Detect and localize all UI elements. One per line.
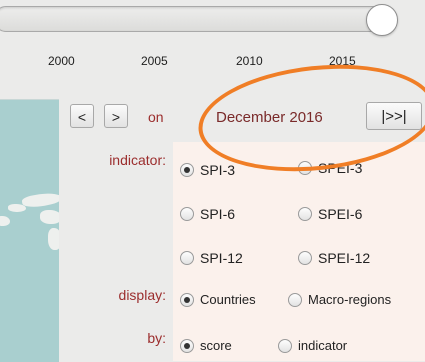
indicator-option-spei-3[interactable]: SPEI-3 (298, 160, 362, 176)
map-view[interactable] (0, 99, 59, 362)
map-landmass (21, 191, 59, 209)
timeline-slider-thumb[interactable] (366, 4, 398, 36)
display-option-label: Macro-regions (308, 292, 392, 307)
indicator-option-label: SPEI-3 (318, 160, 363, 176)
timeline-slider-track[interactable] (0, 6, 390, 32)
indicator-option-spei-12[interactable]: SPEI-12 (298, 250, 370, 266)
indicator-option-spi-3[interactable]: SPI-3 (180, 162, 235, 178)
indicator-option-spi-12[interactable]: SPI-12 (180, 250, 243, 266)
timeline-tick-2005: 2005 (141, 54, 168, 68)
indicator-option-label: SPEI-6 (318, 206, 363, 222)
indicator-option-label: SPI-3 (200, 162, 236, 178)
by-label: by: (147, 330, 166, 346)
by-option-label: indicator (298, 338, 348, 353)
radio-button[interactable] (180, 251, 194, 265)
radio-button[interactable] (288, 292, 302, 307)
radio-button-checked[interactable] (180, 338, 194, 353)
radio-button-checked[interactable] (180, 292, 194, 307)
current-date: December 2016 (216, 109, 323, 126)
timeline-tick-2000: 2000 (48, 54, 75, 68)
indicator-option-label: SPEI-12 (318, 250, 371, 266)
display-option-label: Countries (200, 292, 256, 307)
indicator-option-spei-6[interactable]: SPEI-6 (298, 206, 362, 222)
on-label: on (148, 109, 164, 125)
radio-button[interactable] (180, 207, 194, 221)
next-month-button[interactable]: > (104, 104, 128, 128)
display-option-macro-regions[interactable]: Macro-regions (288, 292, 391, 307)
indicator-option-label: SPI-6 (200, 206, 236, 222)
radio-button[interactable] (298, 161, 312, 175)
display-label: display: (118, 287, 166, 303)
timeline-tick-2010: 2010 (236, 54, 263, 68)
indicator-label: indicator: (109, 152, 166, 168)
previous-month-button[interactable]: < (70, 104, 94, 128)
map-landmass (48, 228, 59, 250)
indicator-option-spi-6[interactable]: SPI-6 (180, 206, 235, 222)
by-option-indicator[interactable]: indicator (278, 338, 347, 353)
radio-button-checked[interactable] (180, 163, 194, 177)
timeline-tick-2015: 2015 (329, 54, 356, 68)
map-landmass (0, 216, 10, 226)
indicator-option-label: SPI-12 (200, 250, 243, 266)
display-option-countries[interactable]: Countries (180, 292, 256, 307)
map-landmass (40, 210, 59, 224)
radio-button[interactable] (278, 338, 292, 353)
map-landmass (8, 204, 26, 212)
latest-month-button[interactable]: |>>| (366, 102, 422, 130)
radio-button[interactable] (298, 207, 312, 221)
by-option-score[interactable]: score (180, 338, 232, 353)
radio-button[interactable] (298, 251, 312, 265)
by-option-label: score (200, 338, 232, 353)
